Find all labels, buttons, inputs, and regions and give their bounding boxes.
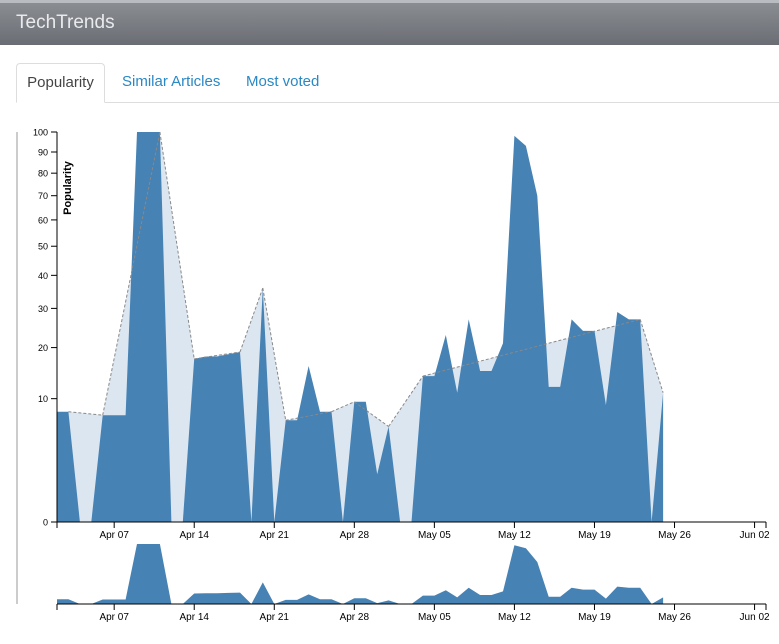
context-x-axis-tick-label: Jun 02 — [740, 612, 770, 623]
x-axis-tick-label: Apr 28 — [340, 530, 370, 541]
y-tick-label: 30 — [38, 304, 48, 314]
y-tick-label: 50 — [38, 242, 48, 252]
x-axis-tick-label: Apr 07 — [99, 530, 129, 541]
y-tick-label: 10 — [38, 394, 48, 404]
context-x-axis-tick-label: Apr 07 — [99, 612, 129, 623]
tab-bar: Popularity Similar Articles Most voted — [16, 63, 779, 103]
x-axis-tick-label: May 12 — [498, 530, 531, 541]
x-axis-tick-label: Apr 21 — [260, 530, 290, 541]
tab-similar-articles[interactable]: Similar Articles — [110, 63, 232, 101]
app-title: TechTrends — [16, 12, 115, 33]
context-area — [57, 544, 664, 604]
main-plot[interactable] — [57, 131, 664, 522]
context-brush-plot[interactable] — [57, 544, 664, 604]
context-x-axis-tick-label: May 05 — [418, 612, 451, 623]
y-axis: 0 10 20 30 40 50 60 70 80 90 100 — [33, 128, 58, 528]
y-tick-label: 20 — [38, 343, 48, 353]
tab-popularity[interactable]: Popularity — [16, 63, 105, 103]
x-axis: Apr 07 Apr 14 Apr 21 Apr 28 May 05 May 12 May … — [56, 521, 770, 541]
y-tick-label: 70 — [38, 191, 48, 201]
context-x-axis: Apr 07 Apr 14 Apr 21 Apr 28 May 05 May 12 May … — [56, 603, 770, 623]
context-x-axis-tick-label: Apr 14 — [179, 612, 209, 623]
y-tick-label: 60 — [38, 215, 48, 225]
x-axis-tick-label: Apr 14 — [179, 530, 209, 541]
context-x-axis-tick-label: May 12 — [498, 612, 531, 623]
y-tick-label: 80 — [38, 169, 48, 179]
popularity-chart: 0 10 20 30 40 50 60 70 80 90 100 Apr 07 Apr 14 Apr 2… — [16, 128, 770, 623]
x-axis-tick-label: May 19 — [578, 530, 611, 541]
y-tick-label: 100 — [33, 128, 48, 138]
y-tick-label: 40 — [38, 271, 48, 281]
context-x-axis-tick-label: Apr 21 — [260, 612, 290, 623]
tab-most-voted[interactable]: Most voted — [234, 63, 331, 101]
context-x-axis-tick-label: Apr 28 — [340, 612, 370, 623]
y-tick-label: 90 — [38, 148, 48, 158]
x-axis-tick-label: Jun 02 — [740, 530, 770, 541]
y-axis-label: Popularity — [62, 160, 74, 215]
context-x-axis-tick-label: May 19 — [578, 612, 611, 623]
context-x-axis-tick-label: May 26 — [658, 612, 691, 623]
y-tick-label: 0 — [43, 518, 48, 528]
app-header: TechTrends — [0, 0, 779, 45]
x-axis-tick-label: May 26 — [658, 530, 691, 541]
x-axis-tick-label: May 05 — [418, 530, 451, 541]
popularity-area — [57, 132, 664, 522]
